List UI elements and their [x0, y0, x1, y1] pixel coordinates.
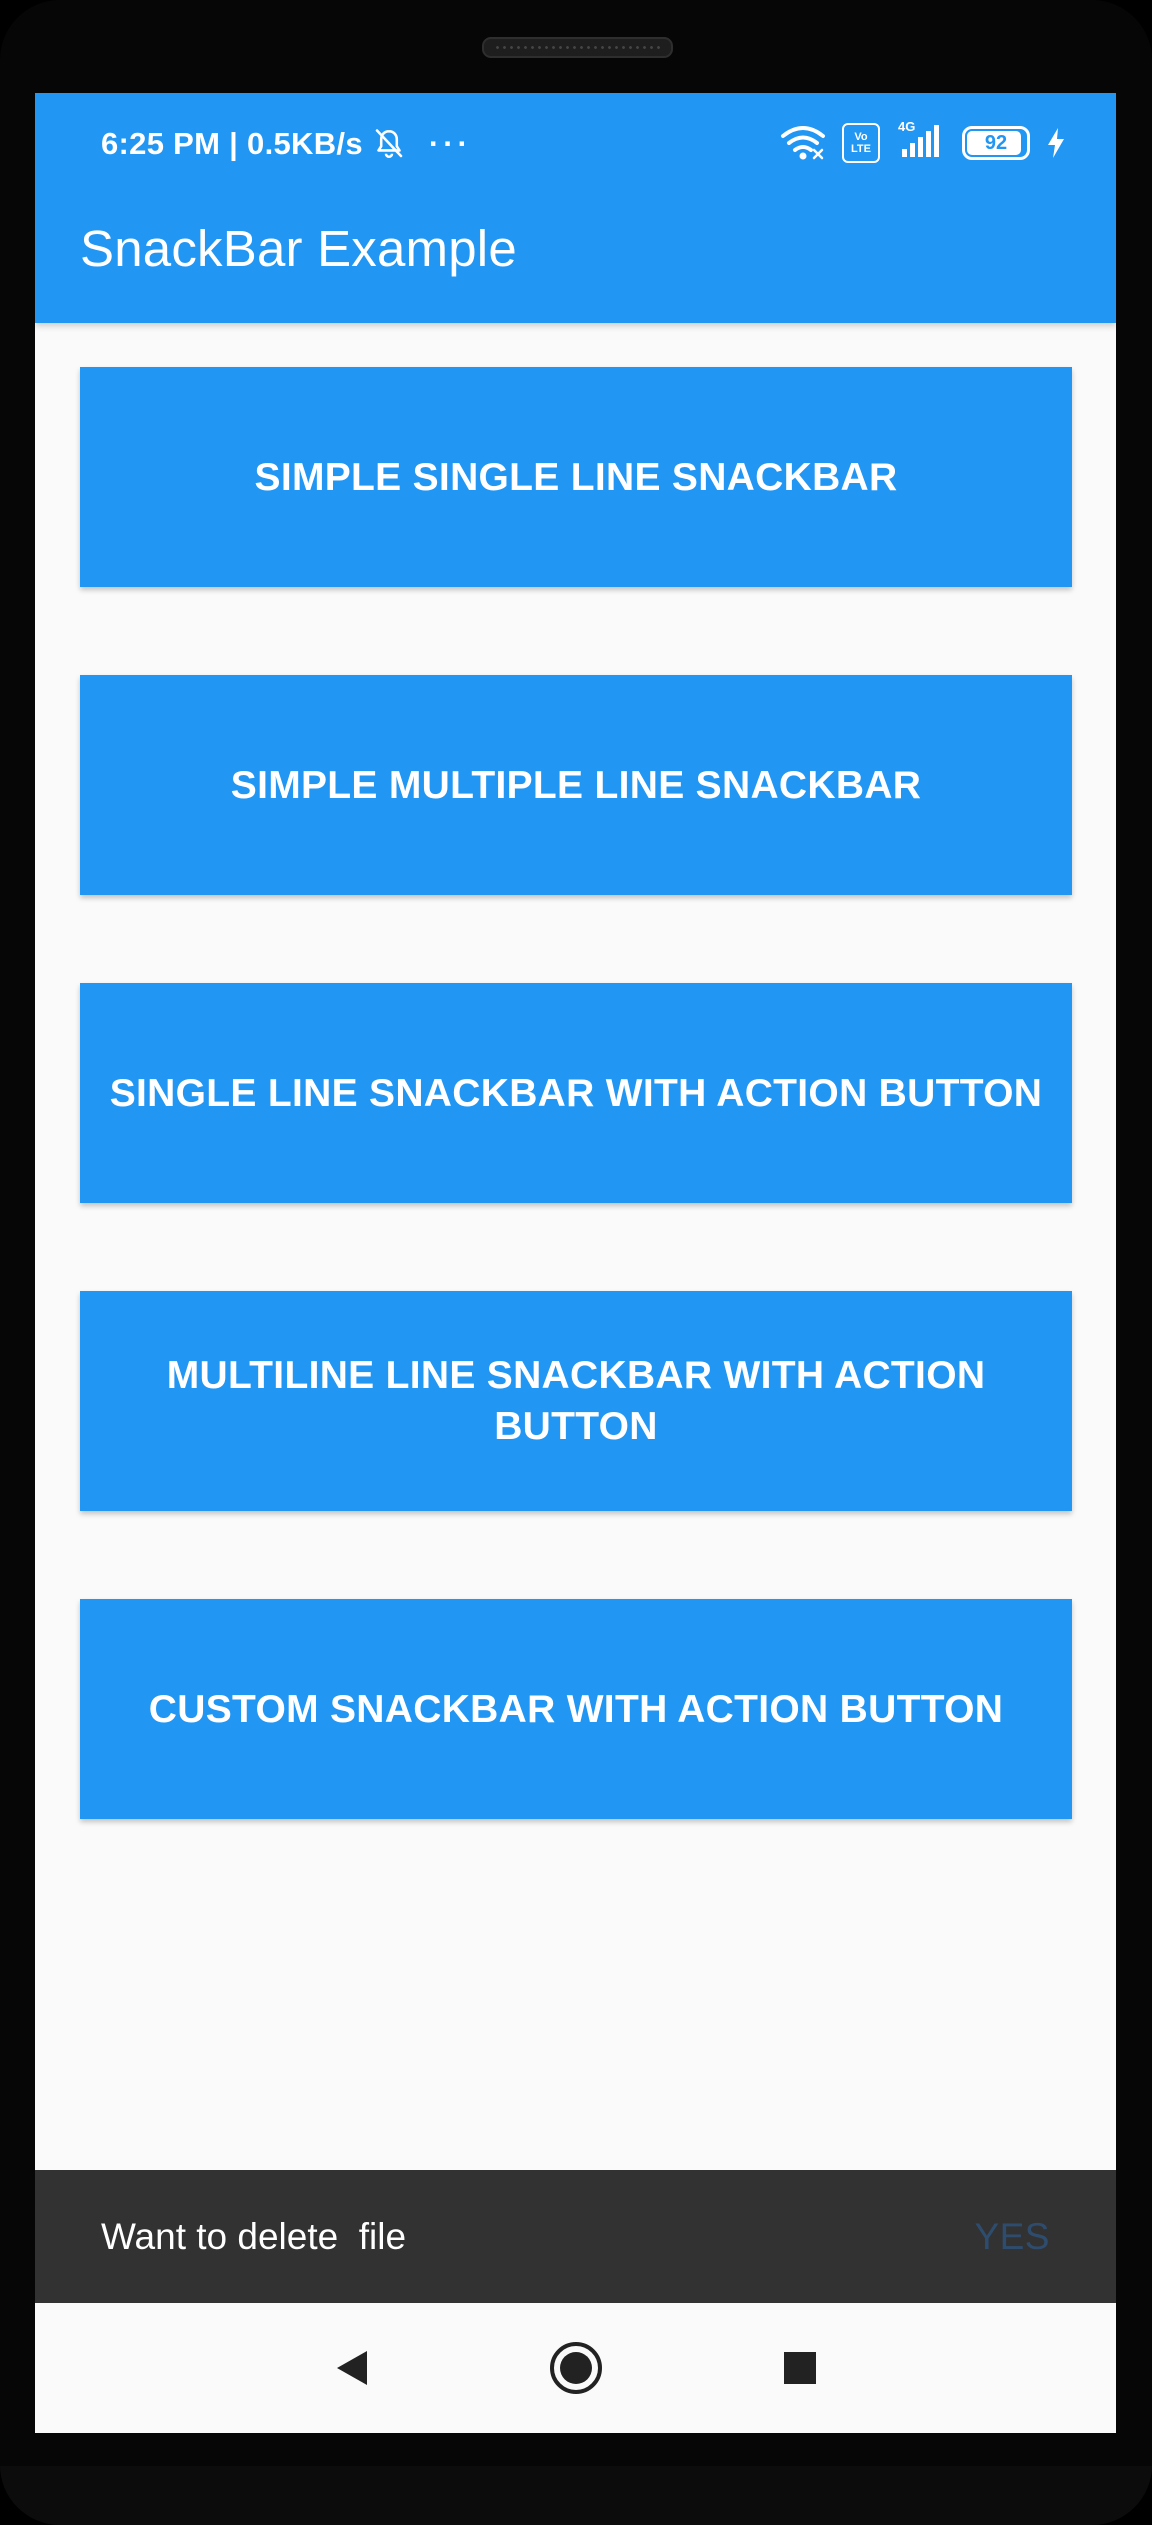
phone-frame: 6:25 PM | 0.5KB/s ··· Vo LTE 4G 92 Snack…: [0, 0, 1152, 2525]
multiline-snackbar-action-button[interactable]: MULTILINE LINE SNACKBAR WITH ACTION BUTT…: [80, 1291, 1072, 1511]
status-time-speed: 6:25 PM | 0.5KB/s: [101, 126, 363, 161]
phone-bottom-bezel: [0, 2466, 1152, 2525]
charging-bolt-icon: [1046, 127, 1066, 159]
wifi-icon: [780, 124, 826, 162]
snackbar-yes-button[interactable]: YES: [974, 2216, 1050, 2258]
recents-square-icon[interactable]: [772, 2340, 828, 2396]
screen: 6:25 PM | 0.5KB/s ··· Vo LTE 4G 92 Snack…: [35, 93, 1116, 2433]
app-bar: 6:25 PM | 0.5KB/s ··· Vo LTE 4G 92 Snack…: [35, 93, 1116, 323]
navigation-bar: [35, 2303, 1116, 2433]
simple-single-line-snackbar-button[interactable]: SIMPLE SINGLE LINE SNACKBAR: [80, 367, 1072, 587]
volte-icon: Vo LTE: [842, 123, 880, 163]
volte-line2: LTE: [851, 143, 871, 155]
status-bar: 6:25 PM | 0.5KB/s ··· Vo LTE 4G 92: [35, 93, 1116, 193]
back-triangle-icon[interactable]: [324, 2340, 380, 2396]
snackbar: Want to delete file YES: [35, 2170, 1116, 2303]
volte-line1: Vo: [854, 131, 868, 143]
signal-icon: 4G: [896, 119, 946, 163]
status-left: 6:25 PM | 0.5KB/s ···: [101, 121, 472, 167]
bell-off-icon: [371, 126, 407, 162]
battery-percent: 92: [984, 131, 1008, 154]
earpiece-speaker: [482, 37, 673, 58]
battery-icon: 92: [962, 126, 1030, 160]
snackbar-message: Want to delete file: [101, 2215, 407, 2257]
status-right: Vo LTE 4G 92: [780, 119, 1066, 167]
app-title: SnackBar Example: [80, 219, 517, 277]
simple-multiple-line-snackbar-button[interactable]: SIMPLE MULTIPLE LINE SNACKBAR: [80, 675, 1072, 895]
single-line-snackbar-action-button[interactable]: SINGLE LINE SNACKBAR WITH ACTION BUTTON: [80, 983, 1072, 1203]
home-circle-icon[interactable]: [548, 2340, 604, 2396]
custom-snackbar-action-button[interactable]: CUSTOM SNACKBAR WITH ACTION BUTTON: [80, 1599, 1072, 1819]
more-notifications-indicator: ···: [428, 126, 472, 161]
